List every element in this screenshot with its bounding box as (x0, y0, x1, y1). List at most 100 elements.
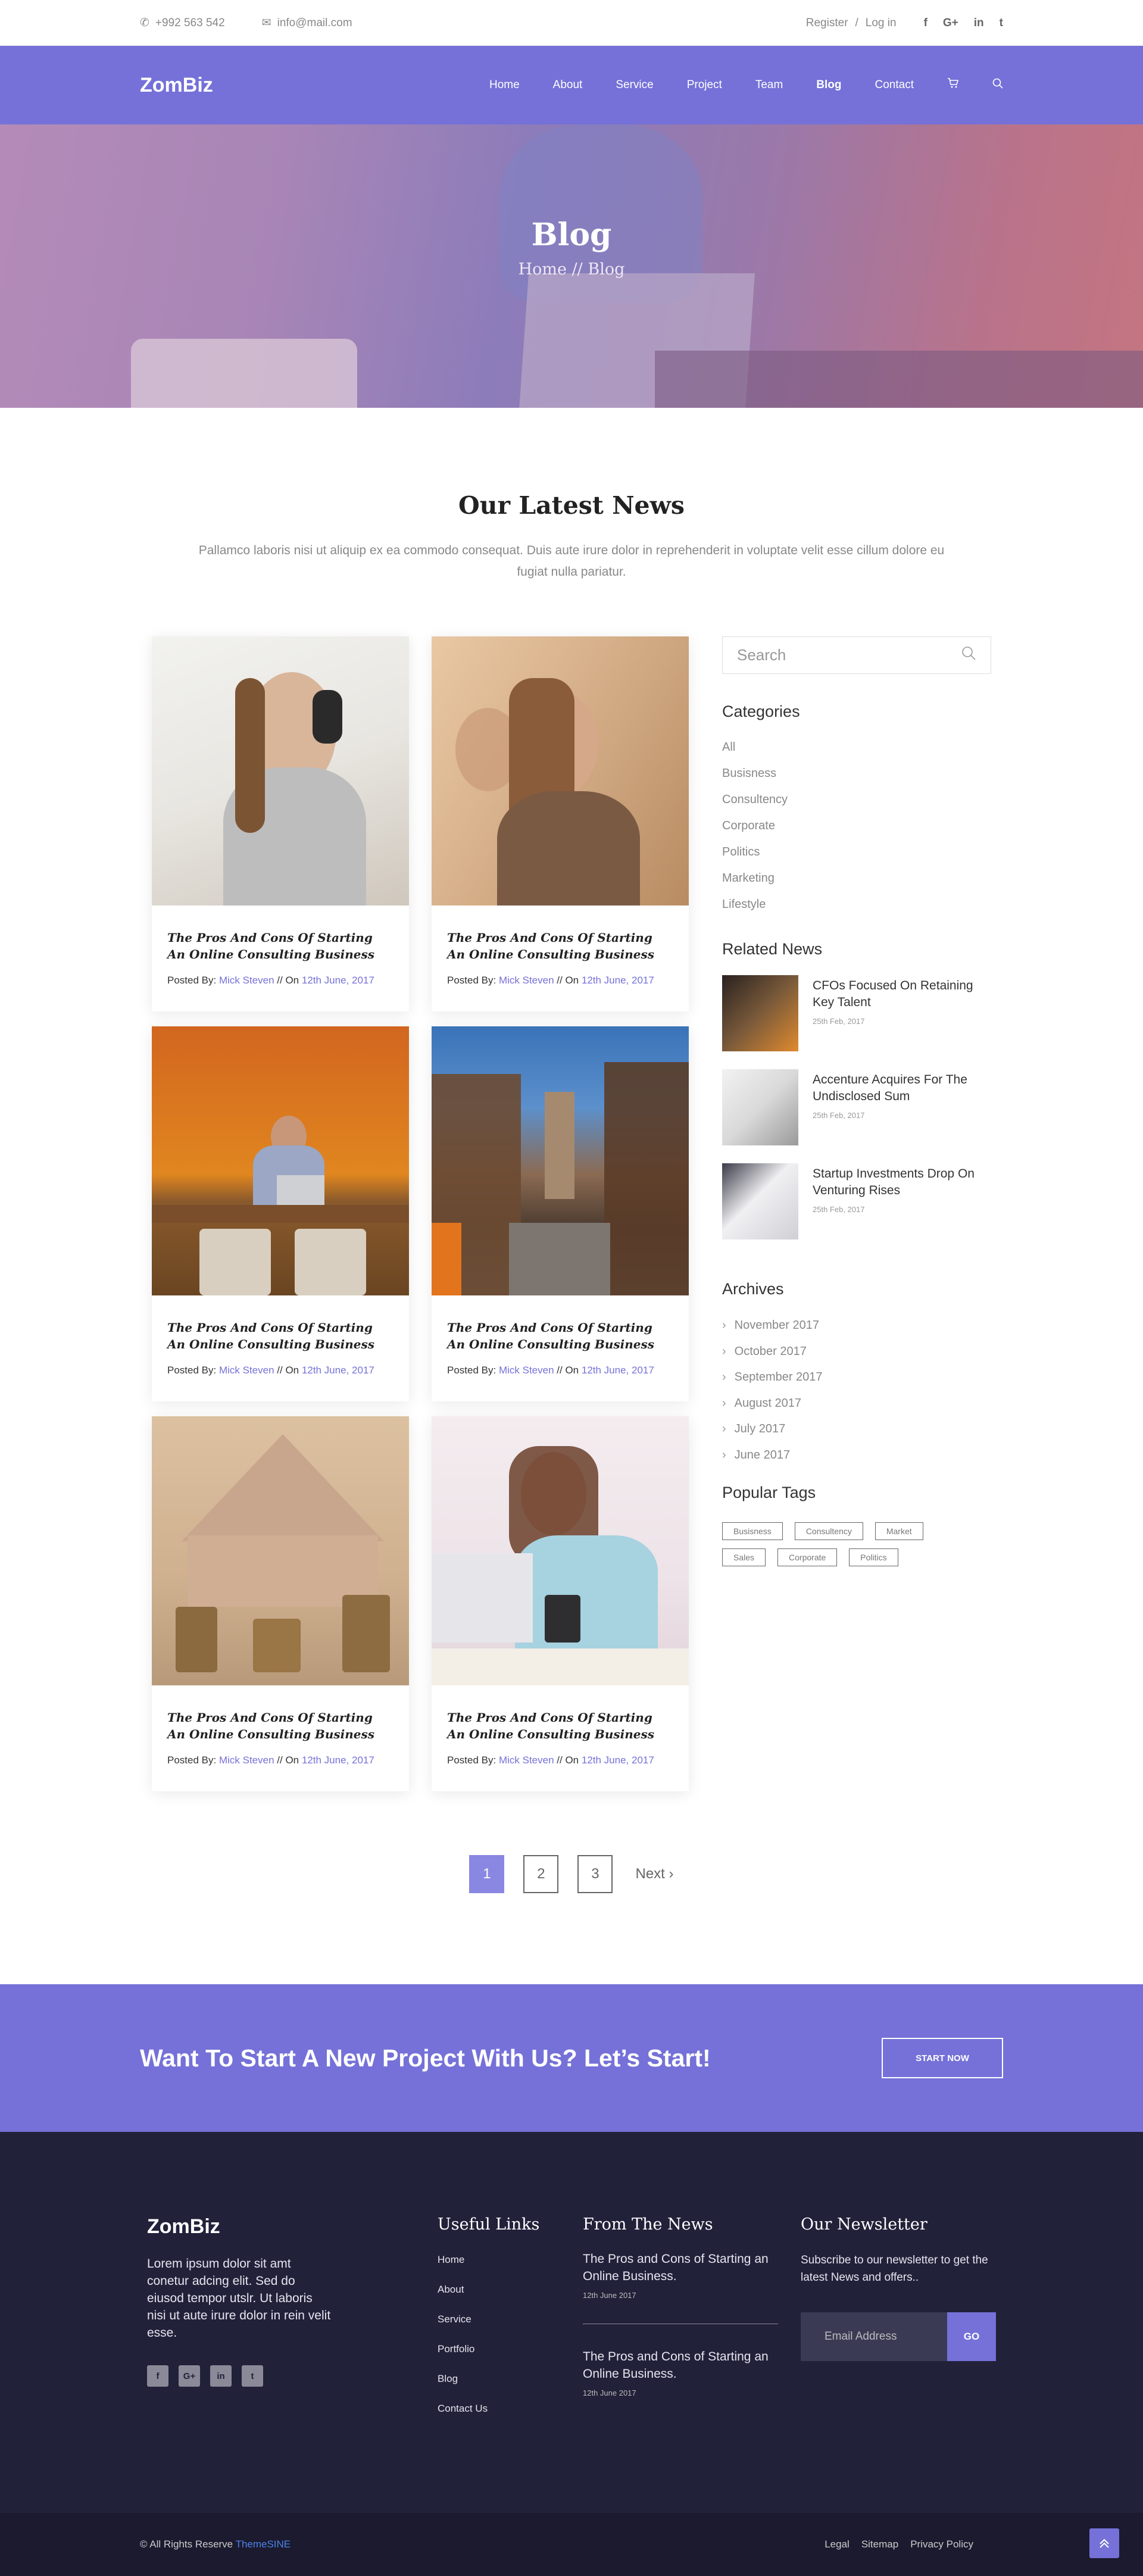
nav-blog[interactable]: Blog (816, 79, 841, 92)
category-business[interactable]: Busisness (722, 760, 991, 786)
post-date[interactable]: 12th June, 2017 (582, 1754, 654, 1766)
category-corporate[interactable]: Corporate (722, 813, 991, 839)
footer-link-portfolio[interactable]: Portfolio (438, 2343, 539, 2373)
email-field[interactable]: Email Address (801, 2312, 947, 2361)
login-link[interactable]: Log in (866, 17, 897, 30)
email-contact[interactable]: ✉ info@mail.com (262, 16, 352, 30)
twitter-icon[interactable]: t (242, 2365, 263, 2387)
archive-item[interactable]: › November 2017 (722, 1313, 991, 1339)
go-button[interactable]: GO (947, 2312, 996, 2361)
post-date[interactable]: 12th June, 2017 (582, 975, 654, 986)
footer-news-item[interactable]: The Pros and Cons of Starting an Online … (583, 2348, 778, 2397)
footer-link-home[interactable]: Home (438, 2254, 539, 2284)
post-date[interactable]: 12th June, 2017 (302, 975, 374, 986)
footer-link-about[interactable]: About (438, 2284, 539, 2313)
post-image-city-street[interactable] (432, 1026, 689, 1295)
footer-link-service[interactable]: Service (438, 2313, 539, 2343)
next-page-button[interactable]: Next › (635, 1855, 673, 1893)
post-card[interactable]: The Pros And Cons Of Starting An Online … (432, 636, 689, 1011)
post-card[interactable]: The Pros And Cons Of Starting An Online … (432, 1416, 689, 1791)
post-date[interactable]: 12th June, 2017 (302, 1754, 374, 1766)
facebook-icon[interactable]: f (924, 17, 927, 30)
related-thumb[interactable] (722, 1069, 798, 1145)
post-image-woman-glasses[interactable] (432, 636, 689, 905)
sitemap-link[interactable]: Sitemap (861, 2538, 898, 2550)
post-title[interactable]: The Pros And Cons Of Starting An Online … (152, 1295, 409, 1353)
post-title[interactable]: The Pros And Cons Of Starting An Online … (432, 905, 689, 963)
page-1-button[interactable]: 1 (469, 1855, 505, 1893)
related-title[interactable]: CFOs Focused On Retaining Key Talent (813, 978, 991, 1011)
tag-sales[interactable]: Sales (722, 1548, 766, 1566)
search-input[interactable]: Search (722, 636, 991, 674)
archive-item[interactable]: › July 2017 (722, 1416, 991, 1442)
related-title[interactable]: Startup Investments Drop On Venturing Ri… (813, 1166, 991, 1199)
post-date[interactable]: 12th June, 2017 (582, 1365, 654, 1376)
related-thumb[interactable] (722, 1163, 798, 1239)
google-plus-icon[interactable]: G+ (943, 17, 958, 30)
footer-news-item[interactable]: The Pros and Cons of Starting an Online … (583, 2250, 778, 2300)
post-title[interactable]: The Pros And Cons Of Starting An Online … (432, 1685, 689, 1743)
related-news-item[interactable]: Startup Investments Drop On Venturing Ri… (722, 1163, 991, 1257)
footer-logo[interactable]: ZomBiz (147, 2215, 332, 2238)
category-marketing[interactable]: Marketing (722, 865, 991, 891)
register-link[interactable]: Register (806, 17, 848, 30)
tag-market[interactable]: Market (875, 1522, 923, 1540)
tag-corporate[interactable]: Corporate (777, 1548, 838, 1566)
post-title[interactable]: The Pros And Cons Of Starting An Online … (432, 1295, 689, 1353)
footer-link-blog[interactable]: Blog (438, 2373, 539, 2403)
post-author[interactable]: Mick Steven (499, 975, 554, 986)
post-card[interactable]: The Pros And Cons Of Starting An Online … (152, 636, 409, 1011)
post-card[interactable]: The Pros And Cons Of Starting An Online … (152, 1026, 409, 1401)
related-thumb[interactable] (722, 975, 798, 1051)
linkedin-icon[interactable]: in (974, 17, 984, 30)
twitter-icon[interactable]: t (1000, 17, 1003, 30)
post-card[interactable]: The Pros And Cons Of Starting An Online … (152, 1416, 409, 1791)
search-icon[interactable] (961, 645, 976, 665)
post-date[interactable]: 12th June, 2017 (302, 1365, 374, 1376)
related-news-item[interactable]: Accenture Acquires For The Undisclosed S… (722, 1069, 991, 1163)
nav-team[interactable]: Team (755, 79, 783, 92)
page-3-button[interactable]: 3 (577, 1855, 613, 1893)
category-consultency[interactable]: Consultency (722, 786, 991, 813)
post-card[interactable]: The Pros And Cons Of Starting An Online … (432, 1026, 689, 1401)
start-now-button[interactable]: START NOW (882, 2038, 1003, 2078)
related-title[interactable]: Accenture Acquires For The Undisclosed S… (813, 1072, 991, 1105)
archive-item[interactable]: › September 2017 (722, 1365, 991, 1391)
page-2-button[interactable]: 2 (523, 1855, 559, 1893)
logo[interactable]: ZomBiz (140, 74, 213, 97)
back-to-top-icon[interactable] (1089, 2528, 1119, 2558)
nav-about[interactable]: About (553, 79, 583, 92)
post-author[interactable]: Mick Steven (499, 1365, 554, 1376)
post-image-man-laptop[interactable] (152, 1026, 409, 1295)
google-plus-icon[interactable]: G+ (179, 2365, 200, 2387)
post-image-woman-headphones[interactable] (152, 636, 409, 905)
post-author[interactable]: Mick Steven (219, 975, 274, 986)
post-author[interactable]: Mick Steven (219, 1754, 274, 1766)
tag-consultency[interactable]: Consultency (794, 1522, 863, 1540)
cart-icon[interactable] (947, 77, 959, 93)
facebook-icon[interactable]: f (147, 2365, 168, 2387)
archive-item[interactable]: › October 2017 (722, 1339, 991, 1365)
related-news-item[interactable]: CFOs Focused On Retaining Key Talent 25th… (722, 975, 991, 1069)
post-title[interactable]: The Pros And Cons Of Starting An Online … (152, 1685, 409, 1743)
brand-link[interactable]: ThemeSINE (236, 2538, 291, 2550)
linkedin-icon[interactable]: in (210, 2365, 232, 2387)
footer-link-contact[interactable]: Contact Us (438, 2403, 539, 2433)
category-all[interactable]: All (722, 734, 991, 760)
nav-project[interactable]: Project (687, 79, 722, 92)
post-image-woman-working[interactable] (432, 1416, 689, 1685)
privacy-policy-link[interactable]: Privacy Policy (910, 2538, 973, 2550)
post-image-money-house[interactable] (152, 1416, 409, 1685)
tag-business[interactable]: Busisness (722, 1522, 783, 1540)
archive-item[interactable]: › August 2017 (722, 1391, 991, 1417)
archive-item[interactable]: › June 2017 (722, 1442, 991, 1469)
search-icon[interactable] (992, 78, 1003, 92)
category-politics[interactable]: Politics (722, 839, 991, 865)
post-author[interactable]: Mick Steven (219, 1365, 274, 1376)
category-lifestyle[interactable]: Lifestyle (722, 891, 991, 917)
nav-service[interactable]: Service (616, 79, 653, 92)
post-title[interactable]: The Pros And Cons Of Starting An Online … (152, 905, 409, 963)
email-address[interactable]: info@mail.com (277, 17, 352, 30)
nav-contact[interactable]: Contact (875, 79, 914, 92)
nav-home[interactable]: Home (489, 79, 520, 92)
